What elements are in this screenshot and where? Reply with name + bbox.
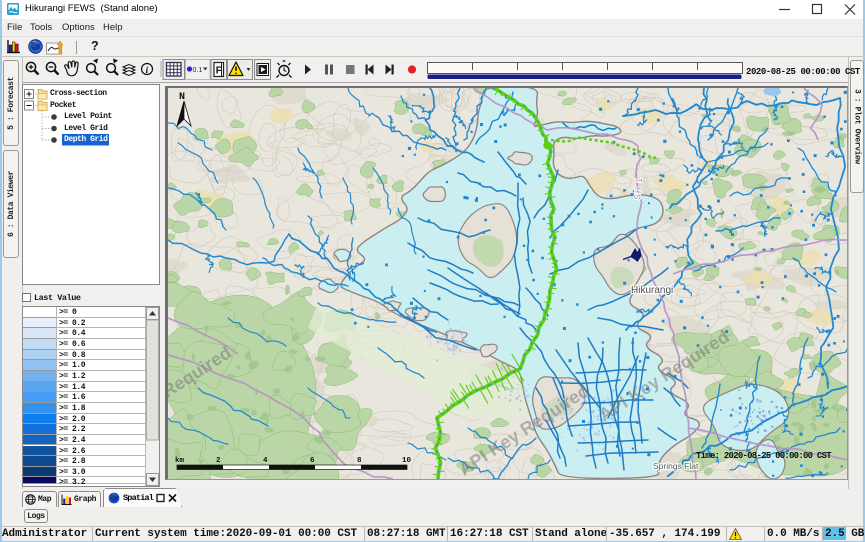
svg-text:Springs Flat: Springs Flat [653,461,699,471]
svg-text:i: i [146,65,149,75]
svg-text:2: 2 [216,457,221,465]
svg-text:10: 10 [402,457,412,465]
svg-text:SH 1: SH 1 [632,176,644,200]
svg-text:km: km [175,457,185,465]
svg-text:0.1: 0.1 [193,67,203,74]
svg-text:4: 4 [263,457,268,465]
svg-text:F: F [216,66,222,77]
svg-text:Hikurangi: Hikurangi [631,285,673,296]
svg-text:8: 8 [357,457,362,465]
svg-text:Time: 2020-08-25 00:00:00 CST: Time: 2020-08-25 00:00:00 CST [696,451,832,461]
svg-text:6: 6 [310,457,315,465]
